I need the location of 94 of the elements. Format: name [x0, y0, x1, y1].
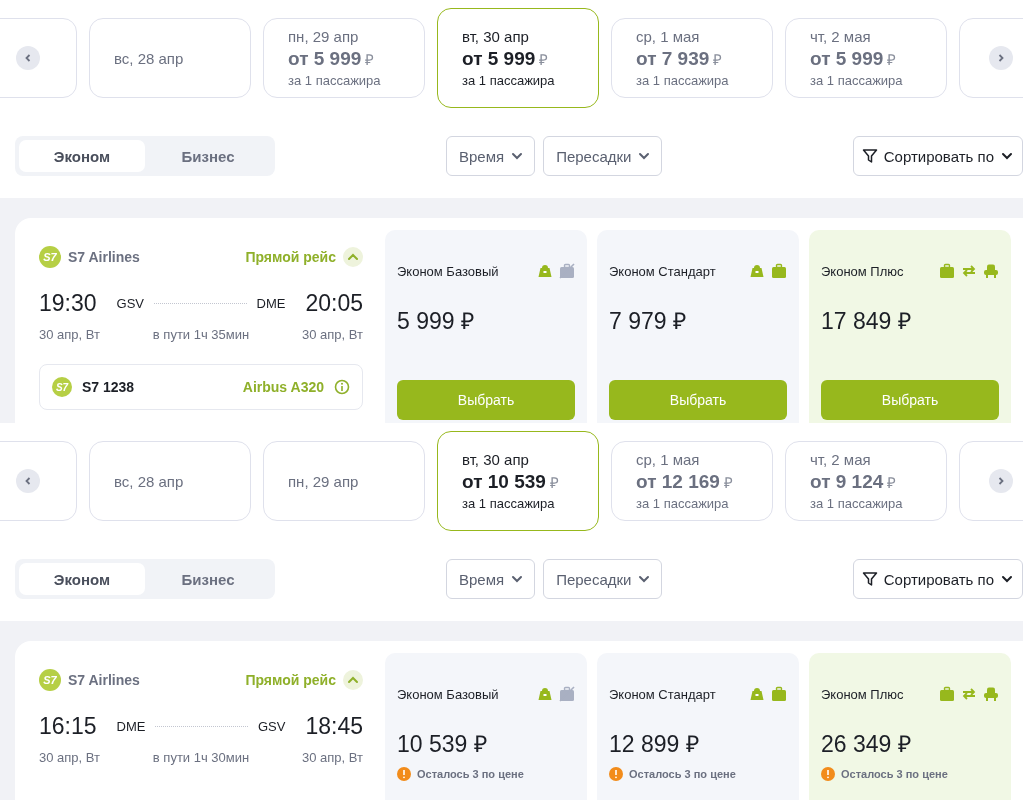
warning-icon	[821, 767, 835, 781]
airline-logo: S7	[52, 377, 72, 397]
fare-price: 26 349 ₽	[821, 730, 912, 759]
fare-name: Эконом Плюс	[821, 263, 904, 279]
departure-time: 19:30	[39, 290, 97, 317]
arrival-date: 30 апр, Вт	[302, 327, 363, 342]
date-card[interactable]: ср, 1 мая от 12 169 ₽ за 1 пассажира	[611, 441, 773, 521]
filter-dropdown[interactable]: Время	[446, 136, 536, 176]
seats-left-note: Осталось 3 по цене	[629, 768, 736, 780]
date-label: вт, 30 апр	[462, 451, 530, 468]
date-price: от 5 999 ₽	[462, 48, 550, 70]
date-label: пн, 29 апр	[288, 28, 360, 45]
cabin-tab[interactable]: Эконом	[19, 563, 145, 595]
filter-icon	[861, 571, 878, 587]
collapse-button[interactable]	[343, 247, 363, 267]
price-note: за 1 пассажира	[810, 73, 904, 88]
arrival-time: 18:45	[305, 713, 363, 740]
info-icon[interactable]	[334, 379, 350, 395]
cabin-tab[interactable]: Бизнес	[145, 140, 271, 172]
warning-icon	[397, 767, 411, 781]
aircraft-name: Airbus A320	[242, 379, 324, 395]
fare-name: Эконом Базовый	[397, 263, 499, 279]
date-price: от 5 999 ₽	[810, 48, 898, 70]
departure-date: 30 апр, Вт	[39, 327, 100, 342]
fare-name: Эконом Стандарт	[609, 686, 716, 702]
warning-icon	[609, 767, 623, 781]
previous-button[interactable]	[16, 46, 40, 70]
date-card[interactable]: вт, 30 апр от 10 539 ₽ за 1 пассажира	[437, 431, 599, 531]
date-price: от 12 169 ₽	[636, 471, 734, 493]
price-note: за 1 пассажира	[636, 73, 730, 88]
previous-button[interactable]	[16, 469, 40, 493]
filter-dropdown[interactable]: Пересадки	[543, 559, 663, 599]
date-card[interactable]: вс, 28 апр	[89, 18, 251, 98]
cabin-tab[interactable]: Бизнес	[145, 563, 271, 595]
price-note: за 1 пассажира	[810, 496, 904, 511]
departure-date: 30 апр, Вт	[39, 750, 100, 765]
date-label: ср, 1 мая	[636, 28, 701, 45]
flight-number: S7 1238	[82, 379, 135, 395]
date-card[interactable]: вс, 28 апр	[89, 441, 251, 521]
airport-code: GSV	[257, 719, 286, 734]
airport-code: DME	[116, 719, 146, 734]
date-card[interactable]: ср, 1 мая от 7 939 ₽ за 1 пассажира	[611, 18, 773, 98]
date-label: вс, 28 апр	[114, 49, 185, 67]
sort-dropdown[interactable]: Сортировать по	[852, 559, 1023, 599]
seats-left-note: Осталось 3 по цене	[841, 768, 948, 780]
date-label: чт, 2 мая	[810, 28, 872, 45]
flight-duration: в пути 1ч 35мин	[152, 327, 250, 342]
date-label: ср, 1 мая	[636, 451, 701, 468]
fare-name: Эконом Стандарт	[609, 263, 716, 279]
airline-logo: S7	[39, 669, 61, 691]
fare-price: 12 899 ₽	[609, 730, 700, 759]
date-label: пн, 29 апр	[288, 472, 360, 490]
next-button[interactable]	[989, 46, 1013, 70]
sort-dropdown[interactable]: Сортировать по	[852, 136, 1023, 176]
flight-duration: в пути 1ч 30мин	[152, 750, 250, 765]
airline-name: S7 Airlines	[68, 672, 140, 688]
airline-name: S7 Airlines	[68, 249, 140, 265]
date-card[interactable]: чт, 2 мая от 9 124 ₽ за 1 пассажира	[785, 441, 947, 521]
filter-icon	[861, 148, 878, 164]
date-card[interactable]: вт, 30 апр от 5 999 ₽ за 1 пассажира	[437, 8, 599, 108]
collapse-button[interactable]	[343, 670, 363, 690]
fare-price: 17 849 ₽	[821, 307, 912, 336]
price-note: за 1 пассажира	[288, 73, 382, 88]
fare-name: Эконом Базовый	[397, 686, 499, 702]
cabin-tab[interactable]: Эконом	[19, 140, 145, 172]
arrival-date: 30 апр, Вт	[302, 750, 363, 765]
seats-left-note: Осталось 3 по цене	[417, 768, 524, 780]
filter-dropdown[interactable]: Пересадки	[543, 136, 663, 176]
arrival-time: 20:05	[305, 290, 363, 317]
filter-dropdown[interactable]: Время	[446, 559, 536, 599]
fare-price: 10 539 ₽	[397, 730, 488, 759]
direct-flight-label: Прямой рейс	[245, 249, 336, 265]
fare-name: Эконом Плюс	[821, 686, 904, 702]
date-label: вс, 28 апр	[114, 472, 185, 490]
date-price: от 7 939 ₽	[636, 48, 724, 70]
price-note: за 1 пассажира	[636, 496, 730, 511]
date-label: вт, 30 апр	[462, 28, 530, 45]
date-card[interactable]: пн, 29 апр	[263, 441, 425, 521]
direct-flight-label: Прямой рейс	[245, 672, 336, 688]
airline-logo: S7	[39, 246, 61, 268]
date-price: от 9 124 ₽	[810, 471, 898, 493]
airport-code: DME	[256, 296, 286, 311]
price-note: за 1 пассажира	[462, 73, 556, 88]
next-button[interactable]	[989, 469, 1013, 493]
date-price: от 10 539 ₽	[462, 471, 560, 493]
date-card[interactable]: пн, 29 апр от 5 999 ₽ за 1 пассажира	[263, 18, 425, 98]
price-note: за 1 пассажира	[462, 496, 556, 511]
fare-price: 5 999 ₽	[397, 307, 475, 336]
date-card[interactable]: чт, 2 мая от 5 999 ₽ за 1 пассажира	[785, 18, 947, 98]
fare-price: 7 979 ₽	[609, 307, 687, 336]
departure-time: 16:15	[39, 713, 97, 740]
date-label: чт, 2 мая	[810, 451, 872, 468]
date-price: от 5 999 ₽	[288, 48, 376, 70]
airport-code: GSV	[116, 296, 145, 311]
